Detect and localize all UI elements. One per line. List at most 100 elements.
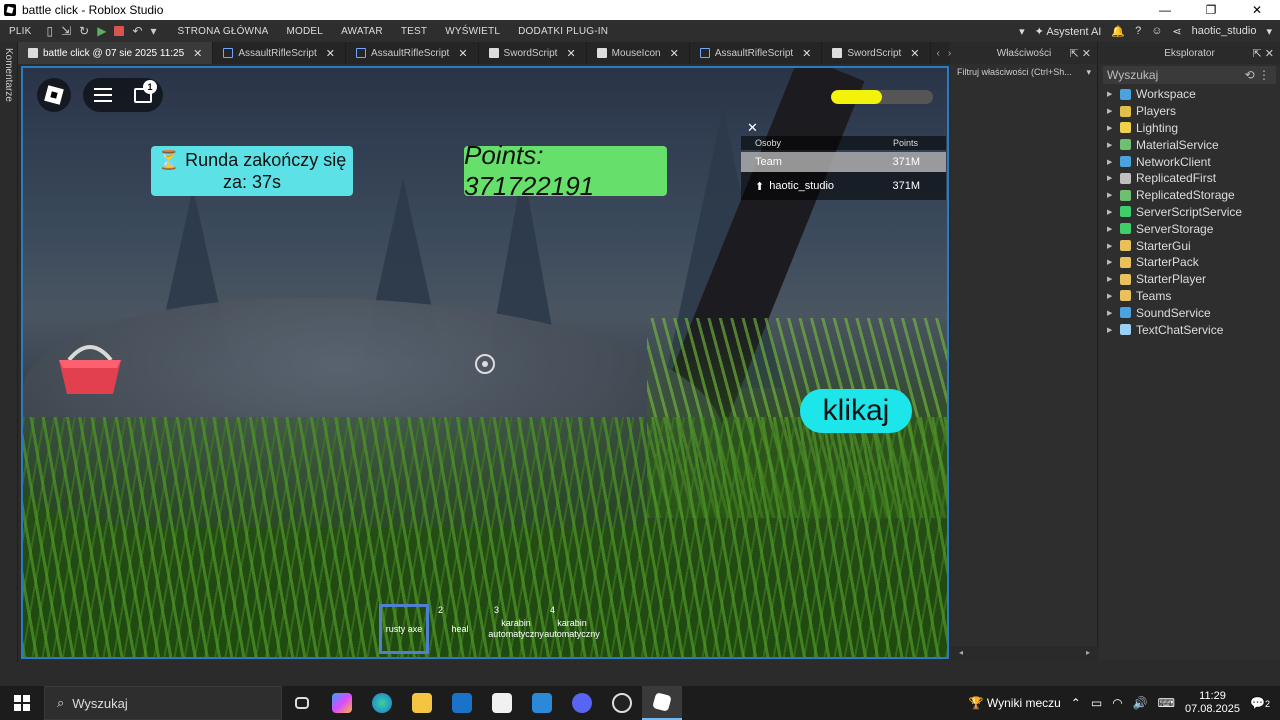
bell-icon[interactable]: 🔔 bbox=[1111, 25, 1125, 38]
edge-icon[interactable] bbox=[362, 686, 402, 720]
comments-label[interactable]: Komentarze bbox=[3, 48, 14, 102]
expand-icon[interactable]: ▶ bbox=[1107, 124, 1115, 132]
explorer-item[interactable]: ▶ TextChatService bbox=[1099, 321, 1280, 338]
windows-start-icon[interactable] bbox=[14, 695, 30, 711]
chevron-up-icon[interactable]: ⌃ bbox=[1071, 696, 1081, 710]
menu-avatar[interactable]: AWATAR bbox=[332, 26, 392, 37]
discord-icon[interactable] bbox=[562, 686, 602, 720]
new-file-icon[interactable]: ▯ bbox=[46, 24, 53, 38]
shop-basket-icon[interactable] bbox=[55, 338, 125, 398]
expand-icon[interactable]: ▶ bbox=[1107, 107, 1115, 115]
explorer-item[interactable]: ▶ Teams bbox=[1099, 288, 1280, 305]
store-icon[interactable] bbox=[482, 686, 522, 720]
volume-icon[interactable]: 🔊 bbox=[1133, 696, 1148, 710]
properties-filter[interactable]: Filtruj właściwości (Ctrl+Sh... ▾ bbox=[951, 64, 1097, 82]
chevron-down-icon[interactable]: ▾ bbox=[1086, 67, 1091, 79]
tab-script[interactable]: AssaultRifleScript ✕ bbox=[690, 42, 823, 64]
notification-icon[interactable]: 💬2 bbox=[1250, 696, 1270, 710]
menu-model[interactable]: MODEL bbox=[278, 26, 333, 37]
close-icon[interactable]: ✕ bbox=[670, 47, 679, 60]
click-button[interactable]: klikaj bbox=[800, 389, 912, 433]
explorer-item[interactable]: ▶ StarterPlayer bbox=[1099, 271, 1280, 288]
tab-script[interactable]: AssaultRifleScript ✕ bbox=[213, 42, 346, 64]
leaderboard-player-row[interactable]: ⬆ haotic_studio 371M bbox=[741, 172, 946, 200]
close-icon[interactable]: ✕ bbox=[566, 47, 575, 60]
panel-controls[interactable]: ⇱ ✕ bbox=[1253, 47, 1275, 60]
expand-icon[interactable]: ▶ bbox=[1107, 275, 1115, 283]
expand-icon[interactable]: ▶ bbox=[1107, 326, 1115, 334]
hotbar-slot[interactable]: 2 heal bbox=[435, 604, 485, 654]
redo-icon[interactable]: ↻ bbox=[79, 24, 89, 38]
close-window-button[interactable]: ✕ bbox=[1234, 0, 1280, 20]
hotbar-slot[interactable]: 3 karabin automatyczny bbox=[488, 604, 544, 654]
roblox-studio-icon[interactable] bbox=[642, 686, 682, 720]
expand-icon[interactable]: ▶ bbox=[1107, 141, 1115, 149]
assistant-button[interactable]: ✦ Asystent AI bbox=[1035, 25, 1102, 38]
explorer-search[interactable]: Wyszukaj ⟲ ⋮ bbox=[1103, 66, 1276, 84]
roblox-menu-button[interactable] bbox=[37, 78, 71, 112]
copilot-icon[interactable] bbox=[322, 686, 362, 720]
sports-widget[interactable]: 🏆 Wyniki meczu bbox=[969, 696, 1061, 710]
help-icon[interactable]: ? bbox=[1135, 25, 1141, 37]
outlook-icon[interactable] bbox=[442, 686, 482, 720]
maximize-button[interactable]: ❐ bbox=[1188, 0, 1234, 20]
explorer-item[interactable]: ▶ SoundService bbox=[1099, 304, 1280, 321]
tab-script[interactable]: SwordScript ✕ bbox=[479, 42, 587, 64]
explorer-item[interactable]: ▶ MaterialService bbox=[1099, 136, 1280, 153]
tab-script[interactable]: MouseIcon ✕ bbox=[587, 42, 690, 64]
save-icon[interactable]: ⇲ bbox=[61, 24, 71, 38]
explorer-item[interactable]: ▶ ReplicatedStorage bbox=[1099, 187, 1280, 204]
history-icon[interactable]: ⟲ ⋮ bbox=[1245, 68, 1270, 82]
expand-icon[interactable]: ▶ bbox=[1107, 258, 1115, 266]
group-icon[interactable]: ☺ bbox=[1151, 25, 1162, 37]
menu-test[interactable]: TEST bbox=[392, 26, 436, 37]
task-view-icon[interactable] bbox=[282, 686, 322, 720]
game-viewport[interactable]: 1 ⏳ Runda zakończy się za: 37s Points: 3… bbox=[21, 66, 949, 659]
close-icon[interactable]: ✕ bbox=[747, 120, 758, 136]
close-icon[interactable]: ✕ bbox=[326, 47, 335, 60]
explorer-item[interactable]: ▶ Players bbox=[1099, 103, 1280, 120]
share-icon[interactable]: ⋖ bbox=[1172, 25, 1181, 38]
play-icon[interactable]: ▶ bbox=[97, 24, 106, 38]
more-icon[interactable]: ▾ bbox=[151, 24, 157, 38]
close-icon[interactable]: ✕ bbox=[193, 47, 202, 60]
explorer-item[interactable]: ▶ Workspace bbox=[1099, 86, 1280, 103]
explorer-item[interactable]: ▶ ServerStorage bbox=[1099, 220, 1280, 237]
hotbar-slot[interactable]: rusty axe bbox=[379, 604, 429, 654]
tab-place[interactable]: battle click @ 07 sie 2025 11:25 ✕ bbox=[18, 42, 214, 64]
tab-script[interactable]: SwordScript ✕ bbox=[822, 42, 931, 64]
menu-file[interactable]: PLIK bbox=[0, 26, 40, 37]
explorer-item[interactable]: ▶ NetworkClient bbox=[1099, 153, 1280, 170]
close-icon[interactable]: ✕ bbox=[458, 47, 467, 60]
minimize-button[interactable]: — bbox=[1142, 0, 1188, 20]
chevron-down-icon[interactable]: ▾ bbox=[1266, 25, 1272, 38]
explorer-item[interactable]: ▶ StarterPack bbox=[1099, 254, 1280, 271]
obs-icon[interactable] bbox=[602, 686, 642, 720]
expand-icon[interactable]: ▶ bbox=[1107, 158, 1115, 166]
leaderboard-team-row[interactable]: Team 371M bbox=[741, 152, 946, 172]
menu-view[interactable]: WYŚWIETL bbox=[436, 26, 509, 37]
expand-icon[interactable]: ▶ bbox=[1107, 174, 1115, 182]
expand-icon[interactable]: ▶ bbox=[1107, 292, 1115, 300]
hotbar-slot[interactable]: 4 karabin automatyczny bbox=[544, 604, 600, 654]
keyboard-icon[interactable]: ⌨ bbox=[1158, 696, 1175, 710]
expand-icon[interactable]: ▶ bbox=[1107, 90, 1115, 98]
news-icon[interactable] bbox=[522, 686, 562, 720]
close-icon[interactable]: ✕ bbox=[910, 47, 919, 60]
taskbar-search[interactable]: ⌕ Wyszukaj bbox=[44, 686, 282, 720]
scroll-right-icon[interactable]: ▸ bbox=[1086, 648, 1090, 658]
chevron-left-icon[interactable]: ‹ bbox=[937, 48, 940, 59]
wifi-icon[interactable]: ◠ bbox=[1112, 696, 1122, 710]
expand-icon[interactable]: ▶ bbox=[1107, 191, 1115, 199]
explorer-item[interactable]: ▶ Lighting bbox=[1099, 120, 1280, 137]
stop-icon[interactable] bbox=[114, 26, 125, 36]
user-name[interactable]: haotic_studio bbox=[1192, 25, 1257, 37]
explorer-item[interactable]: ▶ ReplicatedFirst bbox=[1099, 170, 1280, 187]
explorer-item[interactable]: ▶ StarterGui bbox=[1099, 237, 1280, 254]
battery-icon[interactable]: ▭ bbox=[1091, 696, 1102, 710]
panel-controls[interactable]: ⇱ ✕ bbox=[1070, 47, 1092, 60]
scroll-left-icon[interactable]: ◂ bbox=[959, 648, 963, 658]
file-explorer-icon[interactable] bbox=[402, 686, 442, 720]
undo-icon[interactable]: ↶ bbox=[132, 24, 142, 38]
horizontal-scrollbar[interactable]: ◂ ▸ bbox=[951, 646, 1098, 660]
